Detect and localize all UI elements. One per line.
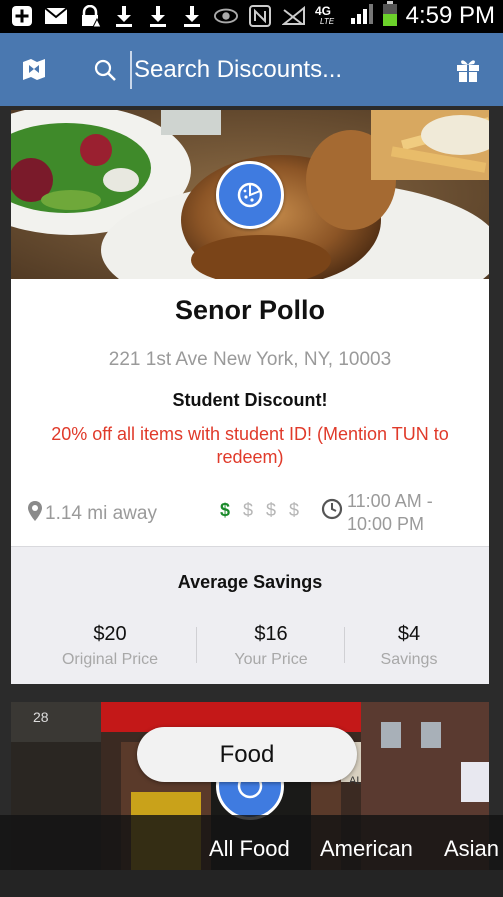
tab-american[interactable]: American: [320, 836, 413, 862]
app-bar: [0, 33, 503, 106]
download-icon: [112, 5, 136, 27]
your-price-label: Your Price: [234, 651, 308, 668]
your-price: $16 Your Price: [196, 623, 346, 669]
restaurant-meta: 1.14 mi away $ $ $ $ 11:00 AM - 10:00 PM: [11, 488, 489, 536]
average-savings: Average Savings $20 Original Price $16 Y…: [11, 546, 489, 684]
lock-warning-icon: [78, 5, 102, 27]
restaurant-address: 221 1st Ave New York, NY, 10003: [108, 349, 392, 370]
download-icon: [146, 5, 170, 27]
status-bar: 4G LTE 4:59 PM: [0, 0, 503, 33]
price-level: $ $ $ $: [220, 500, 303, 521]
add-icon: [10, 5, 34, 27]
hours-close: 10:00 PM: [347, 514, 425, 534]
distance: 1.14 mi away: [27, 500, 157, 528]
savings: $4 Savings: [334, 623, 484, 669]
storefront-number: 28: [33, 709, 49, 725]
your-price-value: $16: [254, 623, 288, 645]
app-logo-icon[interactable]: [20, 55, 48, 83]
clock: 4:59 PM: [405, 2, 495, 29]
discount-title: Student Discount!: [172, 390, 328, 410]
signal-bars-icon: [350, 3, 374, 30]
clock-icon: [321, 490, 343, 525]
pizza-icon: [216, 161, 284, 229]
svg-text:4G: 4G: [315, 4, 331, 18]
4g-lte-icon: 4G LTE: [314, 2, 342, 31]
no-signal-icon: [282, 5, 306, 27]
price-level-active: $: [220, 500, 235, 520]
category-filter-button[interactable]: Food: [137, 727, 357, 782]
download-icon: [180, 5, 204, 27]
hours: 11:00 AM - 10:00 PM: [321, 490, 457, 536]
hours-open: 11:00 AM -: [347, 491, 433, 511]
restaurant-name[interactable]: Senor Pollo: [11, 295, 489, 326]
distance-text: 1.14 mi away: [45, 503, 157, 524]
discount-card[interactable]: Senor Pollo 221 1st Ave New York, NY, 10…: [11, 110, 489, 684]
discount-description: 20% off all items with student ID! (Ment…: [51, 424, 449, 467]
nfc-icon: [248, 5, 272, 27]
mail-icon: [44, 5, 68, 27]
original-price-label: Original Price: [61, 651, 159, 668]
savings-title: Average Savings: [177, 572, 323, 592]
gift-icon[interactable]: [455, 57, 481, 83]
category-tabs: All Food American Asian: [0, 815, 503, 870]
tab-asian[interactable]: Asian: [444, 836, 499, 862]
svg-text:LTE: LTE: [320, 17, 335, 26]
map-pin-icon: [27, 500, 43, 528]
search-icon[interactable]: [93, 58, 117, 82]
savings-label: Savings: [380, 651, 438, 668]
tab-all-food[interactable]: All Food: [209, 836, 290, 862]
bottom-strip: [0, 870, 503, 897]
savings-value: $4: [397, 623, 421, 645]
search-input[interactable]: [130, 51, 420, 89]
original-price: $20 Original Price: [35, 623, 185, 669]
price-level-inactive: $ $ $: [243, 500, 304, 520]
eye-icon: [214, 5, 238, 27]
original-price-value: $20: [93, 623, 127, 645]
battery-icon: [382, 0, 398, 32]
